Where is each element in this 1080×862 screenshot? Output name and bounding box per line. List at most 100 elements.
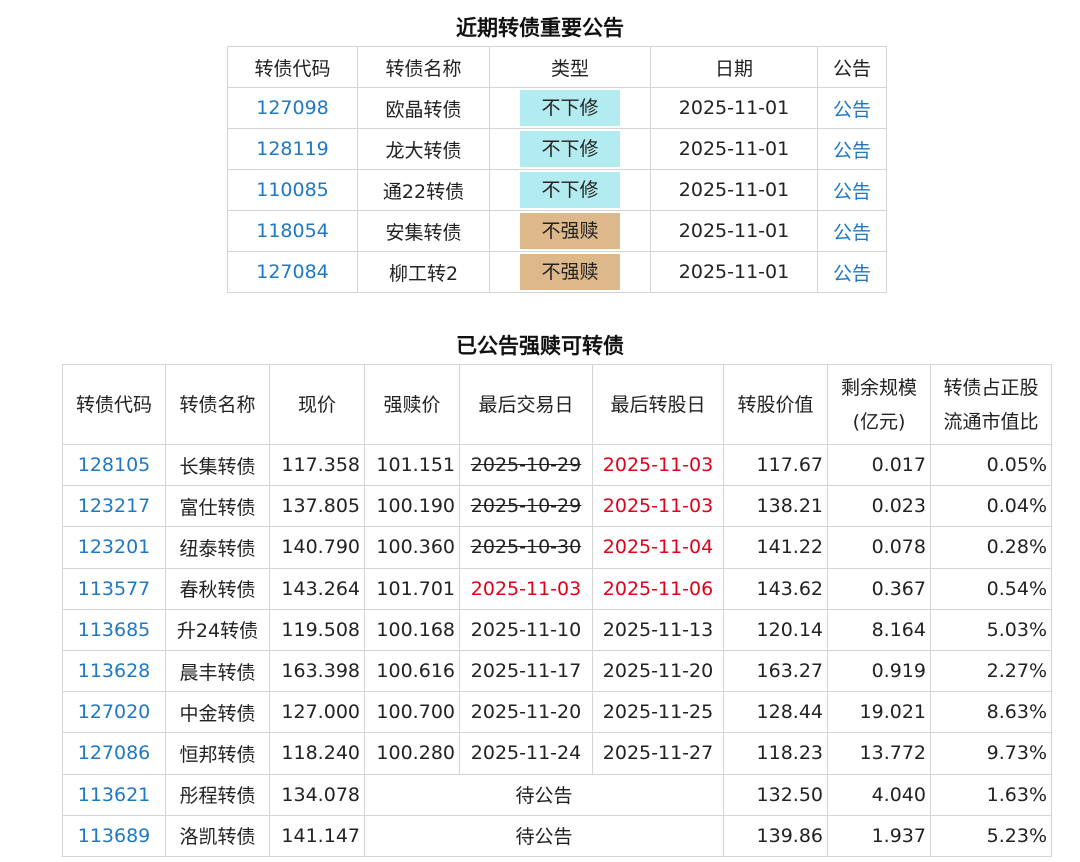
type-badge: 不强赎	[520, 213, 620, 249]
remaining-size: 0.017	[827, 443, 931, 487]
last-convert-day: 2025-11-20	[592, 649, 724, 693]
redeem-price: 100.190	[364, 485, 460, 528]
bond-name: 龙大转债	[357, 128, 490, 170]
bond-code-link[interactable]: 123201	[62, 526, 166, 569]
header-price: 现价	[269, 364, 365, 445]
bond-name: 春秋转债	[165, 567, 270, 610]
notice-link[interactable]: 公告	[817, 251, 887, 293]
bond-name: 柳工转2	[357, 251, 490, 293]
announcement-row: 127084 柳工转2 不强赎 2025-11-01 公告	[227, 251, 887, 293]
float-cap-ratio: 5.23%	[930, 814, 1052, 857]
announcement-row: 127098 欧晶转债 不下修 2025-11-01 公告	[227, 87, 887, 129]
last-trade-day: 2025-11-24	[459, 732, 593, 775]
bond-code-link[interactable]: 113577	[62, 567, 166, 610]
bond-code-link[interactable]: 127098	[227, 87, 358, 129]
header-code: 转债代码	[62, 364, 166, 445]
header-last-trade-day-line1: 最后交易日	[478, 393, 574, 416]
last-trade-day: 2025-11-03	[459, 567, 593, 610]
notice-date: 2025-11-01	[650, 169, 818, 211]
conversion-value: 163.27	[723, 649, 828, 693]
redemption-row: 127020 中金转债 127.000 100.700 2025-11-20 2025-1…	[62, 691, 1052, 734]
bond-name: 富仕转债	[165, 485, 270, 528]
last-trade-day: 2025-11-17	[459, 649, 593, 693]
header-date: 日期	[650, 46, 818, 88]
redemption-row: 123217 富仕转债 137.805 100.190 2025-10-29 2025-1…	[62, 485, 1052, 528]
redeem-price: 100.616	[364, 649, 460, 693]
current-price: 119.508	[269, 608, 365, 651]
type-cell: 不下修	[489, 87, 651, 129]
redemption-row: 113685 升24转债 119.508 100.168 2025-11-10 2025-…	[62, 608, 1052, 651]
float-cap-ratio: 8.63%	[930, 691, 1052, 734]
type-badge: 不强赎	[520, 254, 620, 290]
bond-code-link[interactable]: 128105	[62, 443, 166, 487]
last-convert-day-value: 2025-11-03	[602, 454, 714, 477]
announcement-row: 128119 龙大转债 不下修 2025-11-01 公告	[227, 128, 887, 170]
bond-code-link[interactable]: 127086	[62, 732, 166, 775]
last-trade-day-value: 2025-10-29	[470, 495, 582, 518]
last-convert-day: 2025-11-06	[592, 567, 724, 610]
remaining-size: 0.078	[827, 526, 931, 569]
remaining-size: 8.164	[827, 608, 931, 651]
redeem-price: 100.280	[364, 732, 460, 775]
notice-link[interactable]: 公告	[817, 169, 887, 211]
pending-announcement: 待公告	[364, 814, 724, 857]
last-convert-day: 2025-11-27	[592, 732, 724, 775]
last-trade-day: 2025-10-29	[459, 443, 593, 487]
header-price-line1: 现价	[297, 393, 336, 416]
header-conversion-value: 转股价值	[723, 364, 828, 445]
bond-code-link[interactable]: 113628	[62, 649, 166, 693]
last-convert-day-value: 2025-11-03	[602, 495, 714, 518]
type-badge: 不下修	[520, 90, 620, 126]
redemption-row: 113621 彤程转债 134.078 待公告 132.50 4.040 1.63%	[62, 773, 1052, 816]
last-trade-day-value: 2025-11-03	[470, 577, 582, 600]
conversion-value: 128.44	[723, 691, 828, 734]
redemption-row: 113628 晨丰转债 163.398 100.616 2025-11-17 2025-1…	[62, 649, 1052, 693]
bond-code-link[interactable]: 127020	[62, 691, 166, 734]
redemption-header-row: 转债代码 转债名称 现价 强赎价 最后交易日 最后转股日 转股价值 剩余规模 (亿元) 转债占正股…	[62, 364, 1052, 445]
notice-link[interactable]: 公告	[817, 87, 887, 129]
header-ratio-line1: 转债占正股	[943, 376, 1039, 399]
bond-code-link[interactable]: 113621	[62, 773, 166, 816]
bond-code-link[interactable]: 113689	[62, 814, 166, 857]
float-cap-ratio: 1.63%	[930, 773, 1052, 816]
conversion-value: 139.86	[723, 814, 828, 857]
header-type: 类型	[489, 46, 651, 88]
last-trade-day: 2025-10-30	[459, 526, 593, 569]
bond-code-link[interactable]: 123217	[62, 485, 166, 528]
bond-name: 安集转债	[357, 210, 490, 252]
redeem-price: 100.168	[364, 608, 460, 651]
bond-code-link[interactable]: 128119	[227, 128, 358, 170]
float-cap-ratio: 0.54%	[930, 567, 1052, 610]
float-cap-ratio: 0.05%	[930, 443, 1052, 487]
current-price: 140.790	[269, 526, 365, 569]
bond-name: 彤程转债	[165, 773, 270, 816]
bond-code-link[interactable]: 118054	[227, 210, 358, 252]
bond-code-link[interactable]: 127084	[227, 251, 358, 293]
bond-code-link[interactable]: 110085	[227, 169, 358, 211]
last-trade-day-value: 2025-11-10	[470, 618, 582, 641]
last-trade-day: 2025-10-29	[459, 485, 593, 528]
last-trade-day: 2025-11-10	[459, 608, 593, 651]
conversion-value: 118.23	[723, 732, 828, 775]
current-price: 141.147	[269, 814, 365, 857]
header-conversion-value-line1: 转股价值	[737, 393, 814, 416]
redemption-row: 123201 纽泰转债 140.790 100.360 2025-10-30 2025-1…	[62, 526, 1052, 569]
float-cap-ratio: 0.04%	[930, 485, 1052, 528]
notice-link[interactable]: 公告	[817, 210, 887, 252]
bond-code-link[interactable]: 113685	[62, 608, 166, 651]
float-cap-ratio: 9.73%	[930, 732, 1052, 775]
bond-name: 长集转债	[165, 443, 270, 487]
redemption-row: 128105 长集转债 117.358 101.151 2025-10-29 2025-1…	[62, 443, 1052, 487]
header-last-convert-day: 最后转股日	[592, 364, 724, 445]
notice-date: 2025-11-01	[650, 210, 818, 252]
remaining-size: 1.937	[827, 814, 931, 857]
last-convert-day: 2025-11-13	[592, 608, 724, 651]
current-price: 118.240	[269, 732, 365, 775]
bond-name: 升24转债	[165, 608, 270, 651]
notice-date: 2025-11-01	[650, 128, 818, 170]
redemption-title: 已公告强赎可转债	[456, 334, 624, 358]
header-remaining-size-line1: 剩余规模	[840, 376, 917, 399]
conversion-value: 132.50	[723, 773, 828, 816]
type-cell: 不下修	[489, 169, 651, 211]
notice-link[interactable]: 公告	[817, 128, 887, 170]
